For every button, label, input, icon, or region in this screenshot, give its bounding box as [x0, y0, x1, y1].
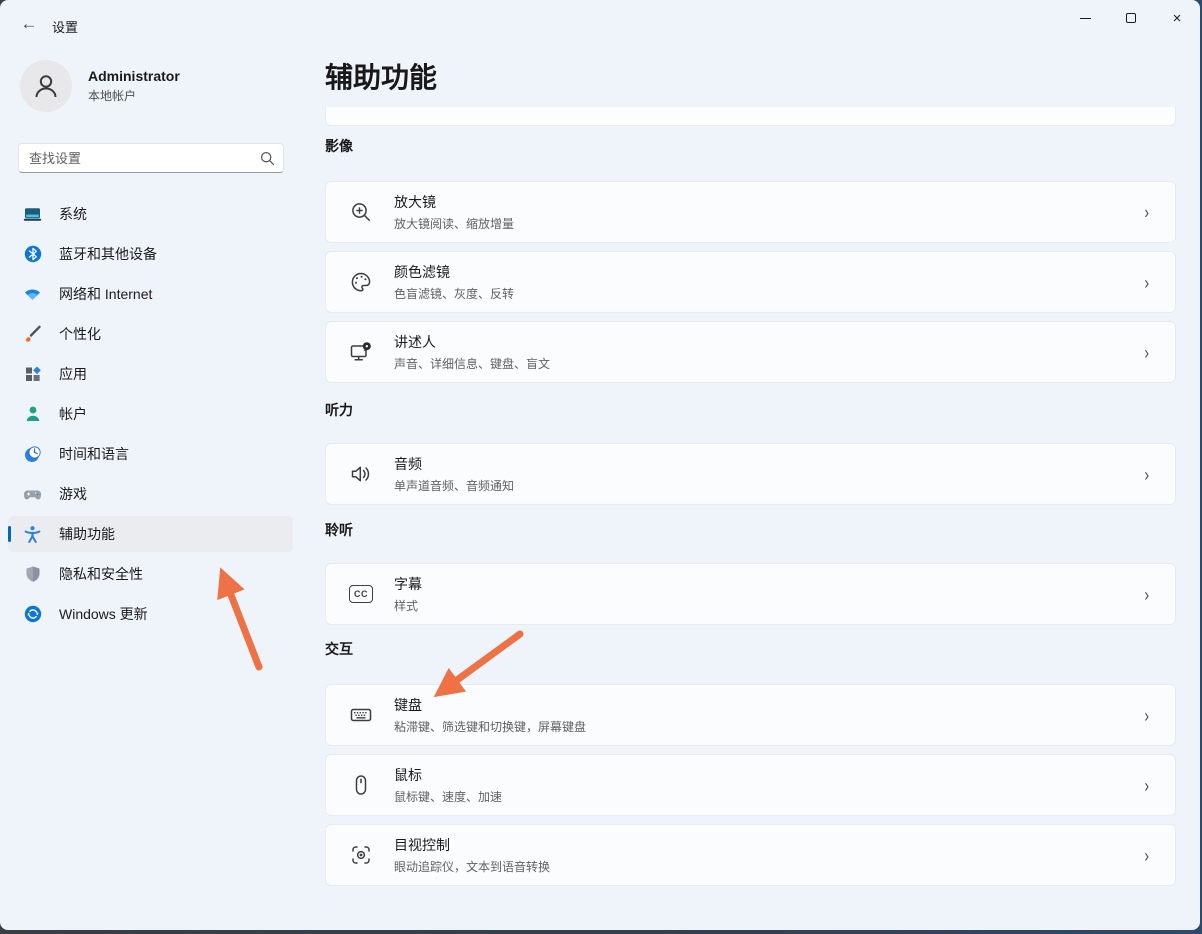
search-icon: [260, 151, 275, 166]
color-filter-palette-icon: [348, 269, 374, 295]
apps-icon: [23, 365, 42, 384]
app-title: 设置: [52, 17, 78, 36]
captions-cc-icon: CC: [348, 581, 374, 607]
bluetooth-icon: [23, 245, 42, 264]
chevron-right-icon: ›: [1144, 704, 1155, 726]
gamepad-icon: [23, 485, 42, 504]
system-icon: [23, 205, 42, 224]
chevron-right-icon: ›: [1144, 341, 1155, 363]
settings-window: ← 设置 × Administrator 本地帐户: [0, 0, 1200, 930]
avatar: [20, 60, 72, 112]
sidebar-nav: 系统 蓝牙和其他设备 网络和 Internet 个性化: [8, 196, 293, 636]
setting-row-magnifier[interactable]: 放大镜 放大镜阅读、缩放增量 ›: [325, 181, 1176, 243]
sync-icon: [23, 605, 42, 624]
speaker-audio-icon: [348, 461, 374, 487]
chevron-right-icon: ›: [1144, 201, 1155, 223]
back-arrow-icon: ←: [21, 14, 38, 34]
sidebar-item-network[interactable]: 网络和 Internet: [8, 276, 293, 312]
setting-row-audio[interactable]: 音频 单声道音频、音频通知 ›: [325, 443, 1176, 505]
chevron-right-icon: ›: [1144, 844, 1155, 866]
eye-control-icon: [348, 842, 374, 868]
main-content: 辅助功能 影像 放大镜 放大镜阅读、缩放增量 › 颜色滤镜 色盲滤镜、灰度、反转…: [325, 0, 1176, 930]
setting-row-keyboard[interactable]: 键盘 粘滞键、筛选键和切换键，屏幕键盘 ›: [325, 684, 1176, 746]
user-profile[interactable]: Administrator 本地帐户: [20, 60, 180, 112]
person-icon: [31, 71, 61, 101]
chevron-right-icon: ›: [1144, 583, 1155, 605]
sidebar-item-personalization[interactable]: 个性化: [8, 316, 293, 352]
narrator-icon: [348, 339, 374, 365]
mouse-icon: [348, 772, 374, 798]
profile-account-type: 本地帐户: [88, 87, 180, 104]
sidebar-item-accounts[interactable]: 帐户: [8, 396, 293, 432]
sidebar-item-privacy[interactable]: 隐私和安全性: [8, 556, 293, 592]
search-box[interactable]: [18, 143, 284, 173]
sidebar: Administrator 本地帐户 系统 蓝牙和其他设备: [0, 48, 300, 930]
setting-row-narrator[interactable]: 讲述人 声音、详细信息、键盘、盲文 ›: [325, 321, 1176, 383]
section-header-listening: 聆听: [325, 520, 353, 540]
profile-name: Administrator: [88, 68, 180, 84]
chevron-right-icon: ›: [1144, 774, 1155, 796]
setting-row-mouse[interactable]: 鼠标 鼠标键、速度、加速 ›: [325, 754, 1176, 816]
network-wifi-icon: [23, 285, 42, 304]
sidebar-item-system[interactable]: 系统: [8, 196, 293, 232]
sidebar-item-windows-update[interactable]: Windows 更新: [8, 596, 293, 632]
setting-row-eye-control[interactable]: 目视控制 眼动追踪仪，文本到语音转换 ›: [325, 824, 1176, 886]
accounts-person-icon: [23, 405, 42, 424]
sidebar-item-gaming[interactable]: 游戏: [8, 476, 293, 512]
back-button[interactable]: ←: [12, 9, 46, 39]
sidebar-item-bluetooth[interactable]: 蓝牙和其他设备: [8, 236, 293, 272]
shield-icon: [23, 565, 42, 584]
sidebar-item-accessibility[interactable]: 辅助功能: [8, 516, 293, 552]
section-header-vision: 影像: [325, 136, 353, 156]
keyboard-icon: [348, 702, 374, 728]
setting-row-color-filters[interactable]: 颜色滤镜 色盲滤镜、灰度、反转 ›: [325, 251, 1176, 313]
search-input[interactable]: [29, 151, 260, 166]
sidebar-item-apps[interactable]: 应用: [8, 356, 293, 392]
page-title: 辅助功能: [325, 56, 437, 96]
accessibility-icon: [23, 525, 42, 544]
clock-globe-icon: [23, 445, 42, 464]
paintbrush-icon: [23, 325, 42, 344]
chevron-right-icon: ›: [1144, 463, 1155, 485]
setting-row-captions[interactable]: CC 字幕 样式 ›: [325, 563, 1176, 625]
magnifier-icon: [348, 199, 374, 225]
scrolled-card-partial: [325, 107, 1176, 126]
sidebar-item-time-language[interactable]: 时间和语言: [8, 436, 293, 472]
chevron-right-icon: ›: [1144, 271, 1155, 293]
section-header-interaction: 交互: [325, 639, 353, 659]
section-header-hearing: 听力: [325, 400, 353, 420]
